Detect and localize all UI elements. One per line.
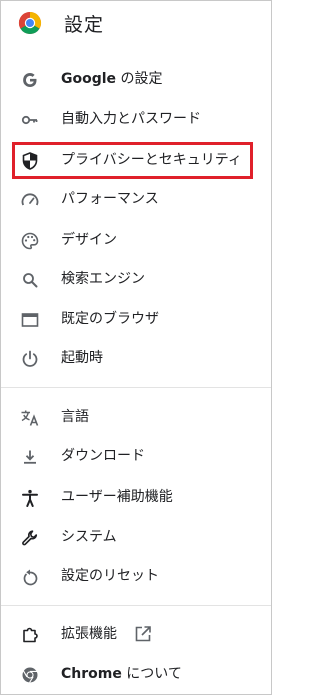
sidebar-item-accessibility[interactable]: ユーザー補助機能	[1, 477, 271, 517]
sidebar-item-about[interactable]: Chrome について	[1, 654, 271, 694]
sidebar-item-label: システム	[61, 529, 117, 545]
sidebar-item-label: Chrome について	[61, 666, 182, 682]
palette-icon	[20, 231, 40, 251]
sidebar-item-label: パフォーマンス	[61, 191, 159, 207]
wrench-icon	[20, 528, 40, 548]
sidebar-item-downloads[interactable]: ダウンロード	[1, 436, 271, 476]
sidebar-item-label: 自動入力とパスワード	[61, 111, 201, 127]
power-icon	[20, 349, 40, 369]
google-g-icon	[20, 70, 40, 90]
sidebar-item-label: デザイン	[61, 232, 117, 248]
page-title: 設定	[64, 14, 105, 36]
sidebar-item-label: 設定のリセット	[61, 568, 159, 584]
divider	[1, 387, 271, 388]
sidebar-item-appearance[interactable]: デザイン	[1, 220, 271, 260]
puzzle-icon	[20, 625, 40, 645]
sidebar-item-on-startup[interactable]: 起動時	[1, 338, 271, 378]
translate-icon	[20, 408, 40, 428]
sidebar-item-label: プライバシーとセキュリティ	[61, 152, 242, 168]
sidebar-item-search-engine[interactable]: 検索エンジン	[1, 259, 271, 299]
settings-sidebar: 設定 Google の設定 自動入力とパスワード プライバシーとセキュリティ パ…	[0, 0, 272, 695]
chrome-logo-icon	[18, 11, 42, 35]
key-icon	[20, 110, 40, 130]
sidebar-item-autofill[interactable]: 自動入力とパスワード	[1, 99, 271, 139]
shield-icon	[20, 151, 40, 171]
sidebar-item-privacy[interactable]: プライバシーとセキュリティ	[1, 140, 271, 180]
divider	[1, 605, 271, 606]
sidebar-item-label: ユーザー補助機能	[61, 489, 173, 505]
sidebar-item-default-browser[interactable]: 既定のブラウザ	[1, 299, 271, 339]
speedometer-icon	[20, 190, 40, 210]
download-icon	[20, 447, 40, 467]
sidebar-item-label: 拡張機能	[61, 626, 117, 642]
accessibility-icon	[20, 488, 40, 508]
settings-header: 設定	[1, 1, 271, 45]
sidebar-item-label: 既定のブラウザ	[61, 311, 159, 327]
sidebar-item-extensions[interactable]: 拡張機能	[1, 614, 271, 654]
sidebar-item-google[interactable]: Google の設定	[1, 59, 271, 99]
sidebar-item-label: ダウンロード	[61, 448, 145, 464]
sidebar-item-system[interactable]: システム	[1, 517, 271, 557]
browser-window-icon	[20, 310, 40, 330]
chrome-mono-icon	[20, 665, 40, 685]
sidebar-item-languages[interactable]: 言語	[1, 397, 271, 437]
sidebar-item-label: 起動時	[61, 350, 103, 366]
open-in-new-icon[interactable]	[134, 625, 152, 643]
sidebar-item-label: 検索エンジン	[61, 271, 145, 287]
sidebar-item-reset[interactable]: 設定のリセット	[1, 556, 271, 596]
search-icon	[20, 270, 40, 290]
sidebar-item-label: 言語	[61, 409, 89, 425]
sidebar-item-performance[interactable]: パフォーマンス	[1, 179, 271, 219]
sidebar-item-label: Google の設定	[61, 71, 163, 87]
reset-icon	[20, 567, 40, 587]
